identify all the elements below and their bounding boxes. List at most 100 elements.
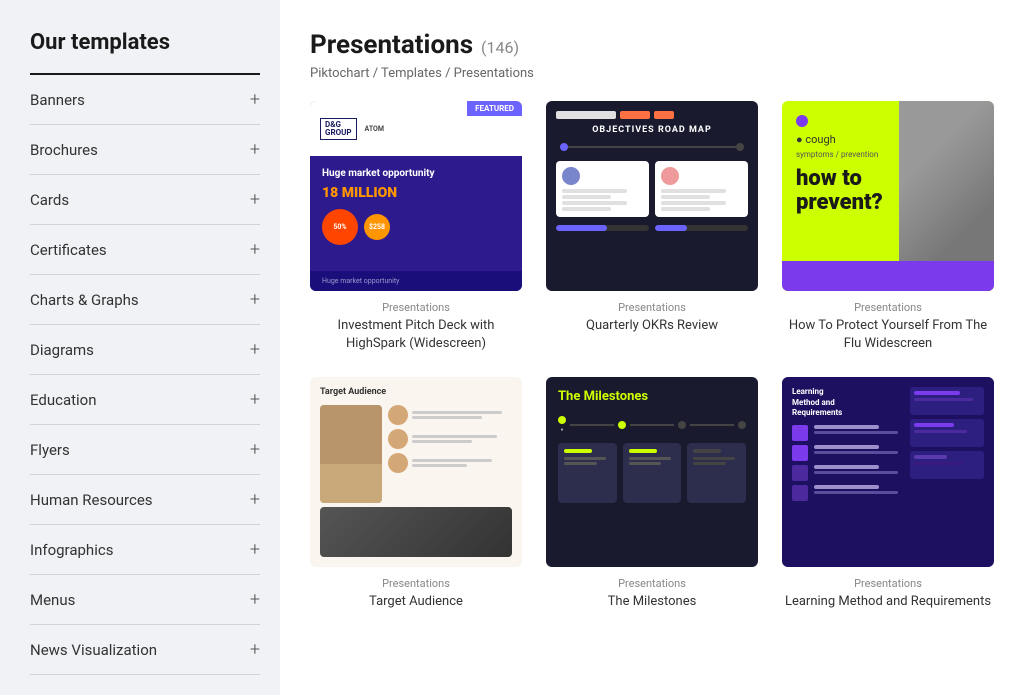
timeline-line (568, 146, 736, 148)
avatar1 (562, 167, 580, 185)
timeline-dot-start (560, 143, 568, 151)
ms-label-1: ● (560, 427, 563, 433)
target-row-1 (388, 405, 512, 425)
sidebar-item-education[interactable]: Education + (30, 375, 260, 425)
target-row-2 (388, 429, 512, 449)
thumb2-timeline (556, 143, 748, 151)
sidebar-item-label: Diagrams (30, 341, 94, 359)
tline3 (412, 435, 497, 438)
thumb2-card-2 (655, 161, 748, 217)
lline3 (814, 445, 879, 449)
card-content-6: Presentations Learning Method and Requir… (782, 577, 994, 611)
breadcrumb: Piktochart / Templates / Presentations (310, 66, 994, 81)
template-thumb-1: D&GGROUP ATOM FEATURED Huge market oppor… (310, 101, 522, 291)
template-name-2: Quarterly OKRs Review (546, 317, 758, 335)
line3 (661, 201, 726, 205)
ms-dot-2 (618, 421, 626, 429)
ms-card-3 (687, 443, 746, 503)
template-thumb-2: OBJECTIVES ROAD MAP (546, 101, 758, 291)
learn-icon-1 (792, 425, 808, 441)
rblock-1 (910, 387, 984, 415)
plus-icon: + (250, 389, 260, 410)
ms-connector-1 (570, 424, 614, 426)
target-circle-3 (388, 453, 408, 473)
sidebar-item-diagrams[interactable]: Diagrams + (30, 325, 260, 375)
ms-card-2 (623, 443, 682, 503)
template-grid: D&GGROUP ATOM FEATURED Huge market oppor… (310, 101, 994, 612)
target-circle-1 (388, 405, 408, 425)
sidebar-item-label: Flyers (30, 441, 70, 459)
line1 (661, 189, 726, 193)
template-thumb-4: Target Audience (310, 377, 522, 567)
progress-bar-1 (556, 225, 649, 231)
sidebar-item-news-viz[interactable]: News Visualization + (30, 625, 260, 675)
thumb-footer: Huge market opportunity (310, 271, 522, 291)
target-title: Target Audience (320, 387, 512, 397)
template-meta-2: Presentations (546, 301, 758, 314)
ms-4 (738, 421, 746, 429)
sidebar-item-banners[interactable]: Banners + (30, 75, 260, 125)
template-meta-6: Presentations (782, 577, 994, 590)
tline1 (412, 411, 502, 414)
lline4 (814, 451, 898, 454)
ms-card-bar3 (693, 449, 721, 453)
template-card-2[interactable]: OBJECTIVES ROAD MAP (546, 101, 758, 353)
milestone-timeline: ● (558, 416, 746, 433)
milestone-title: The Milestones (558, 389, 746, 404)
plus-icon: + (250, 639, 260, 660)
tline6 (412, 464, 467, 467)
sidebar-item-certificates[interactable]: Certificates + (30, 225, 260, 275)
ms-card-line1 (564, 457, 606, 460)
target-row-3 (388, 453, 512, 473)
thumb2-topbar (556, 111, 748, 119)
line3 (562, 201, 627, 205)
rblock-line4 (914, 430, 967, 433)
target-img-bot (320, 464, 382, 503)
learn-text-1 (814, 425, 907, 434)
rblock-line3 (914, 423, 954, 427)
template-card-6[interactable]: LearningMethod andRequirements (782, 377, 994, 611)
flu-cough-text: ● cough (796, 133, 897, 146)
target-left (320, 405, 382, 503)
page-title: Presentations (310, 30, 473, 60)
card-content-2: Presentations Quarterly OKRs Review (546, 301, 758, 335)
sidebar-item-hr[interactable]: Human Resources + (30, 475, 260, 525)
target-lines-3 (412, 453, 512, 473)
sidebar-item-charts[interactable]: Charts & Graphs + (30, 275, 260, 325)
template-card-5[interactable]: The Milestones ● (546, 377, 758, 611)
flu-dot (796, 115, 808, 127)
thumb-top: D&GGROUP ATOM FEATURED (310, 101, 522, 156)
rblock-line1 (914, 391, 960, 395)
learn-icon-3 (792, 465, 808, 481)
sidebar-item-label: Cards (30, 191, 69, 209)
logo1: D&GGROUP (320, 118, 357, 140)
plus-icon: + (250, 539, 260, 560)
template-card-4[interactable]: Target Audience (310, 377, 522, 611)
thumb2-progress (556, 225, 748, 231)
template-meta-4: Presentations (310, 577, 522, 590)
progress-bar-2 (655, 225, 748, 231)
learn-text-3 (814, 465, 907, 474)
sidebar-item-cards[interactable]: Cards + (30, 175, 260, 225)
circle-big: 50% (322, 209, 358, 245)
sidebar-item-menus[interactable]: Menus + (30, 575, 260, 625)
learn-items (792, 425, 907, 501)
thumb2-title: OBJECTIVES ROAD MAP (556, 125, 748, 135)
sidebar-item-label: Brochures (30, 141, 98, 159)
ms-card-line2 (564, 462, 597, 465)
lline5 (814, 465, 879, 469)
milestone-cards (558, 443, 746, 503)
plus-icon: + (250, 89, 260, 110)
template-card-1[interactable]: D&GGROUP ATOM FEATURED Huge market oppor… (310, 101, 522, 353)
template-card-3[interactable]: ● cough symptoms / prevention how toprev… (782, 101, 994, 353)
rblock-3 (910, 451, 984, 479)
sidebar-item-label: Menus (30, 591, 75, 609)
thumb-circles: 50% $258 (322, 209, 510, 245)
rblock-2 (910, 419, 984, 447)
sidebar-item-infographics[interactable]: Infographics + (30, 525, 260, 575)
sidebar-item-brochures[interactable]: Brochures + (30, 125, 260, 175)
target-lines-2 (412, 429, 512, 449)
bar-seg3 (654, 111, 674, 119)
sidebar-item-flyers[interactable]: Flyers + (30, 425, 260, 475)
learn-text-2 (814, 445, 907, 454)
